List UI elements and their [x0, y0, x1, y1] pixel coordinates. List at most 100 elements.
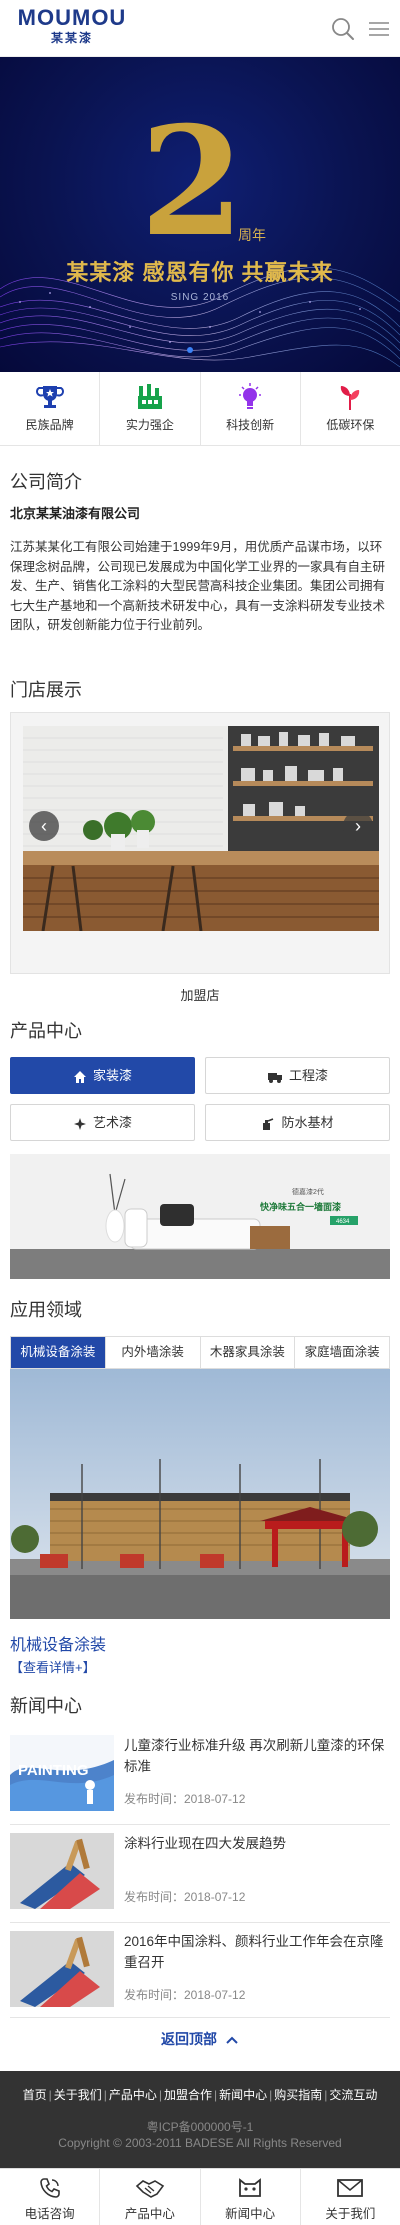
about-text: 江苏某某化工有限公司始建于1999年9月，用优质产品谋市场，以环保理念树品牌，公…	[10, 540, 386, 632]
feature-label: 实力强企	[125, 418, 174, 432]
store-carousel: ‹ ›	[10, 712, 390, 974]
feature-label: 科技创新	[226, 418, 275, 432]
feature-item-brand[interactable]: 民族品牌	[0, 372, 101, 445]
section-title-applications: 应用领域	[10, 1300, 82, 1320]
footer-link-news[interactable]: 新闻中心	[219, 2088, 267, 2102]
tab-home-wall-coating[interactable]: 家庭墙面涂装	[295, 1337, 389, 1368]
trophy-icon	[35, 386, 64, 408]
feature-item-eco[interactable]: 低碳环保	[301, 372, 400, 445]
product-button-label: 艺术漆	[92, 1115, 132, 1130]
application-tabs: 机械设备涂装 内外墙涂装 木器家具涂装 家庭墙面涂装	[10, 1336, 390, 1369]
menu-icon[interactable]	[366, 16, 392, 42]
news-thumb-text: PAINTING	[18, 1762, 89, 1779]
house-icon	[73, 1070, 86, 1083]
bottom-nav-phone[interactable]: 电话咨询	[0, 2169, 101, 2225]
feature-item-strength[interactable]: 实力强企	[100, 372, 201, 445]
feature-strip: 民族品牌 实力强企 科技创新 低碳环保	[0, 372, 400, 446]
footer-copyright: Copyright © 2003-2011 BADESE All Rights …	[58, 2136, 342, 2150]
section-title-news: 新闻中心	[10, 1696, 82, 1716]
tab-wall-coating[interactable]: 内外墙涂装	[106, 1337, 201, 1368]
application-caption[interactable]: 机械设备涂装	[10, 1631, 106, 1655]
store-photo	[23, 726, 379, 931]
hero-banner[interactable]: 2 周年 某某漆 感恩有你 共赢未来 SING 2016	[0, 57, 400, 372]
phone-icon	[39, 2178, 60, 2198]
news-date: 发布时间：2018-07-12	[124, 1890, 246, 1904]
footer-links: 首页 | 关于我们 | 产品中心 | 加盟合作 | 新闻中心 | 购买指南 | 交流互动	[22, 2088, 378, 2102]
mail-icon	[337, 2179, 364, 2197]
company-name: 北京某某油漆有限公司	[10, 506, 141, 521]
news-thumbnail: PAINTING	[10, 1735, 114, 1811]
back-to-top-label: 返回顶部	[161, 2031, 218, 2047]
carousel-prev-button[interactable]: ‹	[29, 811, 59, 841]
product-button-home-paint[interactable]: 家装漆	[10, 1057, 195, 1094]
banner-big-number: 2	[140, 94, 245, 270]
news-thumbnail	[10, 1931, 114, 2007]
product-button-engineering-paint[interactable]: 工程漆	[205, 1057, 390, 1094]
carousel-next-button[interactable]: ›	[343, 811, 373, 841]
footer-link-interact[interactable]: 交流互动	[329, 2088, 377, 2102]
section-title-about: 公司简介	[10, 472, 82, 492]
banner-anniversary: 周年	[238, 227, 266, 243]
footer-link-about[interactable]: 关于我们	[54, 2088, 102, 2102]
product-button-art-paint[interactable]: 艺术漆	[10, 1104, 195, 1141]
bottom-nav-label: 新闻中心	[225, 2207, 276, 2221]
carousel-indicator[interactable]	[187, 347, 193, 353]
chevron-up-icon	[226, 2036, 238, 2045]
footer-link-join[interactable]: 加盟合作	[164, 2088, 212, 2102]
factory-icon	[137, 384, 162, 409]
banner-slogan: 某某漆 感恩有你 共赢未来	[66, 260, 334, 285]
banner-badge: 4634	[336, 1219, 350, 1225]
application-photo[interactable]	[10, 1369, 390, 1619]
bottom-nav-label: 产品中心	[124, 2207, 175, 2221]
sprout-icon	[341, 386, 360, 410]
news-date: 发布时间：2018-07-12	[124, 1988, 246, 2002]
product-button-label: 家装漆	[92, 1068, 132, 1083]
logo-text-cn: 某某漆	[50, 31, 93, 45]
banner-line1: 德嘉漆2代	[292, 1187, 324, 1196]
product-button-label: 防水基材	[281, 1115, 334, 1130]
bottom-nav-news[interactable]: 新闻中心	[201, 2169, 301, 2225]
logo-text-en: MOUMOU	[17, 5, 127, 30]
product-button-waterproof[interactable]: 防水基材	[205, 1104, 390, 1141]
truck-icon	[267, 1072, 282, 1083]
search-icon[interactable]	[330, 16, 356, 42]
back-to-top-button[interactable]: 返回顶部	[0, 2029, 400, 2049]
bottom-nav-label: 关于我们	[325, 2207, 376, 2221]
bottom-nav-about[interactable]: 关于我们	[301, 2169, 400, 2225]
footer-link-home[interactable]: 首页	[23, 2088, 47, 2102]
news-thumbnail	[10, 1833, 114, 1909]
tab-wood-coating[interactable]: 木器家具涂装	[201, 1337, 296, 1368]
product-banner[interactable]: 德嘉漆2代 快净味五合一墙面漆 4634	[10, 1154, 390, 1279]
sparkle-icon	[73, 1117, 86, 1130]
news-item[interactable]: 涂料行业现在四大发展趋势 发布时间：2018-07-12	[10, 1825, 390, 1923]
feature-label: 低碳环保	[326, 418, 375, 432]
logo[interactable]: MOUMOU 某某漆	[12, 6, 132, 46]
news-date: 发布时间：2018-07-12	[124, 1792, 246, 1806]
sprayer-icon	[263, 1117, 274, 1130]
news-item[interactable]: PAINTING 儿童漆行业标准升级 再次刷新儿童漆的环保标准 发布时间：201…	[10, 1727, 390, 1825]
view-details-link[interactable]: 【查看详情+】	[10, 1657, 96, 1676]
section-title-store: 门店展示	[10, 680, 82, 700]
cat-icon	[239, 2178, 262, 2197]
news-item[interactable]: 2016年中国涂料、颜料行业工作年会在京隆重召开 发布时间：2018-07-12	[10, 1923, 390, 2018]
news-headline[interactable]: 涂料行业现在四大发展趋势	[124, 1833, 390, 1854]
bottom-nav-products[interactable]: 产品中心	[100, 2169, 201, 2225]
section-title-products: 产品中心	[10, 1021, 82, 1041]
news-headline[interactable]: 2016年中国涂料、颜料行业工作年会在京隆重召开	[124, 1931, 390, 1973]
feature-label: 民族品牌	[25, 418, 74, 432]
banner-line2: 快净味五合一墙面漆	[260, 1201, 341, 1212]
news-headline[interactable]: 儿童漆行业标准升级 再次刷新儿童漆的环保标准	[124, 1735, 390, 1777]
lightbulb-icon	[239, 383, 262, 409]
header: MOUMOU 某某漆	[0, 0, 400, 57]
banner-sub: SING 2016	[170, 292, 230, 303]
bottom-nav: 电话咨询 产品中心 新闻中心 关于我们	[0, 2168, 400, 2225]
tab-machinery-coating[interactable]: 机械设备涂装	[11, 1337, 106, 1368]
footer: 首页 | 关于我们 | 产品中心 | 加盟合作 | 新闻中心 | 购买指南 | 交流互动 粤ICP备00…	[0, 2071, 400, 2168]
handshake-icon	[135, 2180, 165, 2198]
footer-link-guide[interactable]: 购买指南	[274, 2088, 322, 2102]
footer-icp[interactable]: 粤ICP备000000号-1	[0, 2118, 400, 2135]
feature-item-innovation[interactable]: 科技创新	[201, 372, 301, 445]
footer-link-products[interactable]: 产品中心	[109, 2088, 157, 2102]
store-caption: 加盟店	[180, 988, 220, 1003]
product-button-label: 工程漆	[288, 1068, 328, 1083]
